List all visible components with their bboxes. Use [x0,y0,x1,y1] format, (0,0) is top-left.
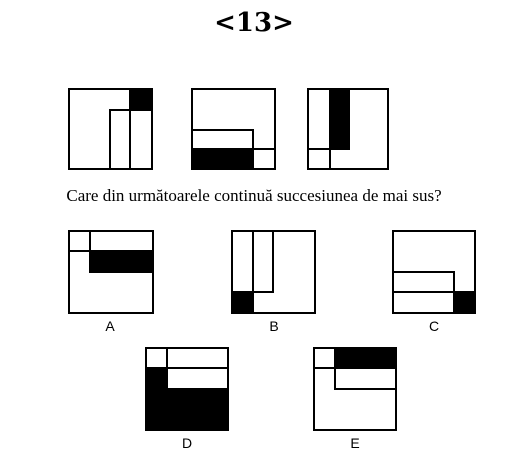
question-text: Care din următoarele continuă succesiune… [66,186,442,205]
option-c-figure[interactable] [392,230,476,314]
option-b-label[interactable]: B [259,318,289,334]
option-c-label[interactable]: C [419,318,449,334]
option-d-label[interactable]: D [172,435,202,451]
sequence-figure-3 [307,88,389,170]
sequence-figure-1 [68,88,153,170]
puzzle-number-title: <13> [214,8,294,38]
option-e-label[interactable]: E [340,435,370,451]
sequence-figure-2 [191,88,276,170]
option-e-figure[interactable] [313,347,397,431]
option-a-label[interactable]: A [95,318,125,334]
option-d-figure[interactable] [145,347,229,431]
option-a-figure[interactable] [68,230,154,314]
option-b-figure[interactable] [231,230,316,314]
